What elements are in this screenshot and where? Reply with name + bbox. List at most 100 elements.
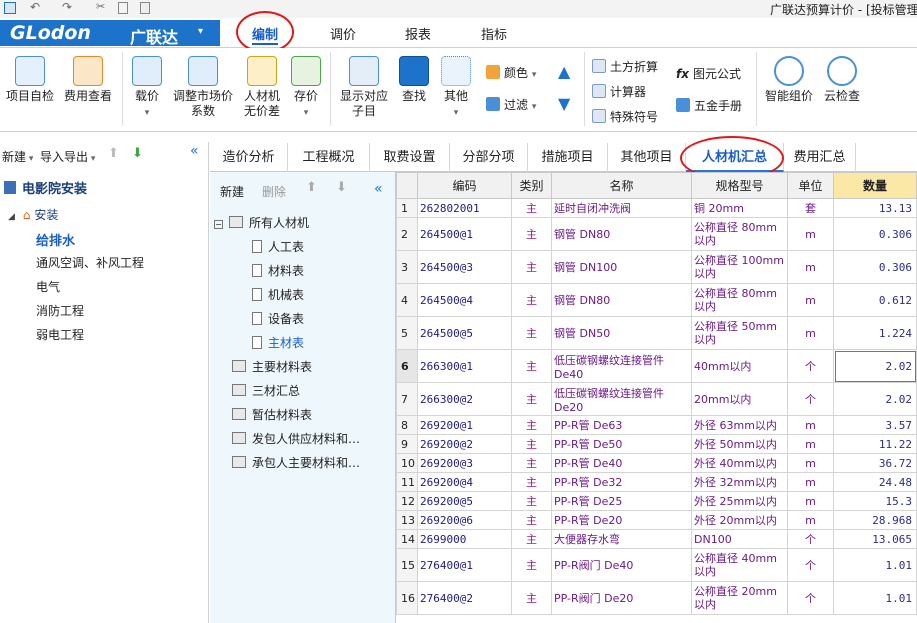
tree-other[interactable]: 主要材料表: [232, 358, 312, 375]
table-row[interactable]: 15 276400@1 主 PP-R阀门 De40 公称直径 40mm以内个 1.01: [396, 548, 917, 582]
hardware-manual-button[interactable]: 五金手册: [676, 97, 742, 114]
cell-name[interactable]: PP-R管 De50: [551, 434, 692, 454]
cell-category[interactable]: 主: [511, 316, 552, 350]
cell-spec[interactable]: 公称直径 80mm以内: [691, 217, 788, 251]
cell-code[interactable]: 269200@1: [417, 415, 512, 435]
cell-spec[interactable]: 铜 20mm: [691, 198, 788, 218]
tab-fee-settings[interactable]: 取费设置: [370, 143, 450, 172]
cell-code[interactable]: 266300@1: [417, 349, 512, 383]
cut-icon[interactable]: ✂: [96, 0, 105, 13]
mid-delete-button[interactable]: 删除: [262, 183, 286, 200]
cell-quantity[interactable]: 0.306: [833, 217, 917, 251]
col-header-code[interactable]: 编码: [417, 172, 512, 199]
install-node[interactable]: ◢ ⌂ 安装: [8, 206, 58, 223]
cell-category[interactable]: 主: [511, 491, 552, 511]
tab-measures[interactable]: 措施项目: [528, 143, 608, 172]
undo-icon[interactable]: ↶: [30, 0, 40, 14]
cell-code[interactable]: 266300@2: [417, 382, 512, 416]
cell-category[interactable]: 主: [511, 198, 552, 218]
copy-icon[interactable]: [118, 2, 128, 14]
calculator-button[interactable]: 计算器: [592, 83, 646, 100]
cell-spec[interactable]: 外径 32mm以内: [691, 472, 788, 492]
formula-button[interactable]: fx 图元公式: [676, 65, 741, 82]
menu-bianzhi[interactable]: 编制: [252, 24, 279, 45]
cell-quantity[interactable]: 28.968: [833, 510, 917, 530]
cell-spec[interactable]: DN100: [691, 529, 788, 549]
tab-fee-summary[interactable]: 费用汇总: [784, 143, 856, 172]
table-row[interactable]: 7 266300@2 主低压碳钢螺纹连接管件 De20 20mm以内个 2.02: [396, 382, 917, 416]
cell-unit[interactable]: 个: [787, 529, 834, 549]
cell-code[interactable]: 262802001: [417, 198, 512, 218]
cell-category[interactable]: 主: [511, 581, 552, 615]
cell-quantity[interactable]: 24.48: [833, 472, 917, 492]
tree-child[interactable]: 设备表: [252, 310, 304, 327]
cell-spec[interactable]: 外径 63mm以内: [691, 415, 788, 435]
search-button[interactable]: 查找: [396, 56, 432, 104]
move-up-icon[interactable]: ▲: [558, 62, 570, 81]
col-header-spec[interactable]: 规格型号: [691, 172, 788, 199]
cell-name[interactable]: 大便器存水弯: [551, 529, 692, 549]
tree-child[interactable]: 机械表: [252, 286, 304, 303]
cell-category[interactable]: 主: [511, 349, 552, 383]
redo-icon[interactable]: ↷: [62, 0, 72, 14]
cell-quantity[interactable]: 0.612: [833, 283, 917, 317]
cell-name[interactable]: PP-R阀门 De40: [551, 548, 692, 582]
cell-quantity[interactable]: 2.02: [833, 382, 917, 416]
cell-category[interactable]: 主: [511, 529, 552, 549]
cell-quantity[interactable]: 1.01: [833, 581, 917, 615]
cell-quantity[interactable]: 0.306: [833, 250, 917, 284]
tree-item[interactable]: 电气: [36, 278, 60, 295]
tree-other[interactable]: 暂估材料表: [232, 406, 312, 423]
smart-price-button[interactable]: 智能组价: [762, 56, 816, 104]
tree-item[interactable]: 弱电工程: [36, 326, 84, 343]
cell-unit[interactable]: m: [787, 283, 834, 317]
table-row[interactable]: 12 269200@5 主 PP-R管 De25 外径 25mm以内 m 15.3: [396, 491, 917, 511]
cell-category[interactable]: 主: [511, 382, 552, 416]
cell-quantity[interactable]: 13.065: [833, 529, 917, 549]
cell-unit[interactable]: m: [787, 217, 834, 251]
cell-category[interactable]: 主: [511, 415, 552, 435]
arrow-down-icon[interactable]: ⬇: [132, 146, 143, 161]
cell-code[interactable]: 264500@1: [417, 217, 512, 251]
col-header-quantity[interactable]: 数量: [833, 172, 917, 199]
tab-other-items[interactable]: 其他项目: [608, 143, 686, 172]
arrow-down-icon[interactable]: ⬇: [336, 180, 347, 195]
new-button[interactable]: 新建 ▾: [2, 148, 33, 165]
tree-other[interactable]: 三材汇总: [232, 382, 300, 399]
tab-project-overview[interactable]: 工程概况: [288, 143, 370, 172]
col-header-category[interactable]: 类别: [511, 172, 552, 199]
table-row[interactable]: 2 264500@1 主钢管 DN80 公称直径 80mm以内 m 0.306: [396, 217, 917, 251]
cell-unit[interactable]: m: [787, 415, 834, 435]
arrow-up-icon[interactable]: ⬆: [306, 180, 317, 195]
tree-item[interactable]: 给排水: [36, 230, 75, 249]
project-check-button[interactable]: 项目自检: [4, 56, 56, 104]
table-row[interactable]: 1 262802001 主延时自闭冲洗阀铜 20mm 套 13.13: [396, 198, 917, 218]
cell-spec[interactable]: 公称直径 100mm以内: [691, 250, 788, 284]
table-row[interactable]: 11 269200@4 主 PP-R管 De32 外径 32mm以内 m 24.48: [396, 472, 917, 492]
cell-unit[interactable]: 个: [787, 382, 834, 416]
cell-spec[interactable]: 外径 40mm以内: [691, 453, 788, 473]
table-row[interactable]: 3 264500@3 主钢管 DN100 公称直径 100mm以内 m 0.306: [396, 250, 917, 284]
cell-quantity[interactable]: 11.22: [833, 434, 917, 454]
project-root[interactable]: 电影院安装: [4, 178, 87, 197]
cell-quantity[interactable]: 3.57: [833, 415, 917, 435]
collapse-left-icon[interactable]: «: [374, 181, 383, 197]
cell-unit[interactable]: m: [787, 510, 834, 530]
cell-spec[interactable]: 外径 25mm以内: [691, 491, 788, 511]
tab-sections[interactable]: 分部分项: [450, 143, 528, 172]
move-down-icon[interactable]: ▼: [558, 94, 570, 113]
cell-name[interactable]: PP-R管 De20: [551, 510, 692, 530]
cell-code[interactable]: 276400@2: [417, 581, 512, 615]
cell-name[interactable]: 低压碳钢螺纹连接管件 De40: [551, 349, 692, 383]
table-row[interactable]: 8 269200@1 主 PP-R管 De63 外径 63mm以内 m 3.57: [396, 415, 917, 435]
cell-category[interactable]: 主: [511, 250, 552, 284]
cell-unit[interactable]: m: [787, 434, 834, 454]
tree-item[interactable]: 消防工程: [36, 302, 84, 319]
cell-spec[interactable]: 公称直径 40mm以内: [691, 548, 788, 582]
cell-unit[interactable]: m: [787, 453, 834, 473]
cell-code[interactable]: 269200@4: [417, 472, 512, 492]
tree-all-materials[interactable]: − 所有人材机: [214, 214, 309, 231]
color-button[interactable]: 颜色 ▾: [486, 64, 536, 81]
cell-name[interactable]: 钢管 DN100: [551, 250, 692, 284]
collapse-left-icon[interactable]: «: [190, 143, 199, 159]
